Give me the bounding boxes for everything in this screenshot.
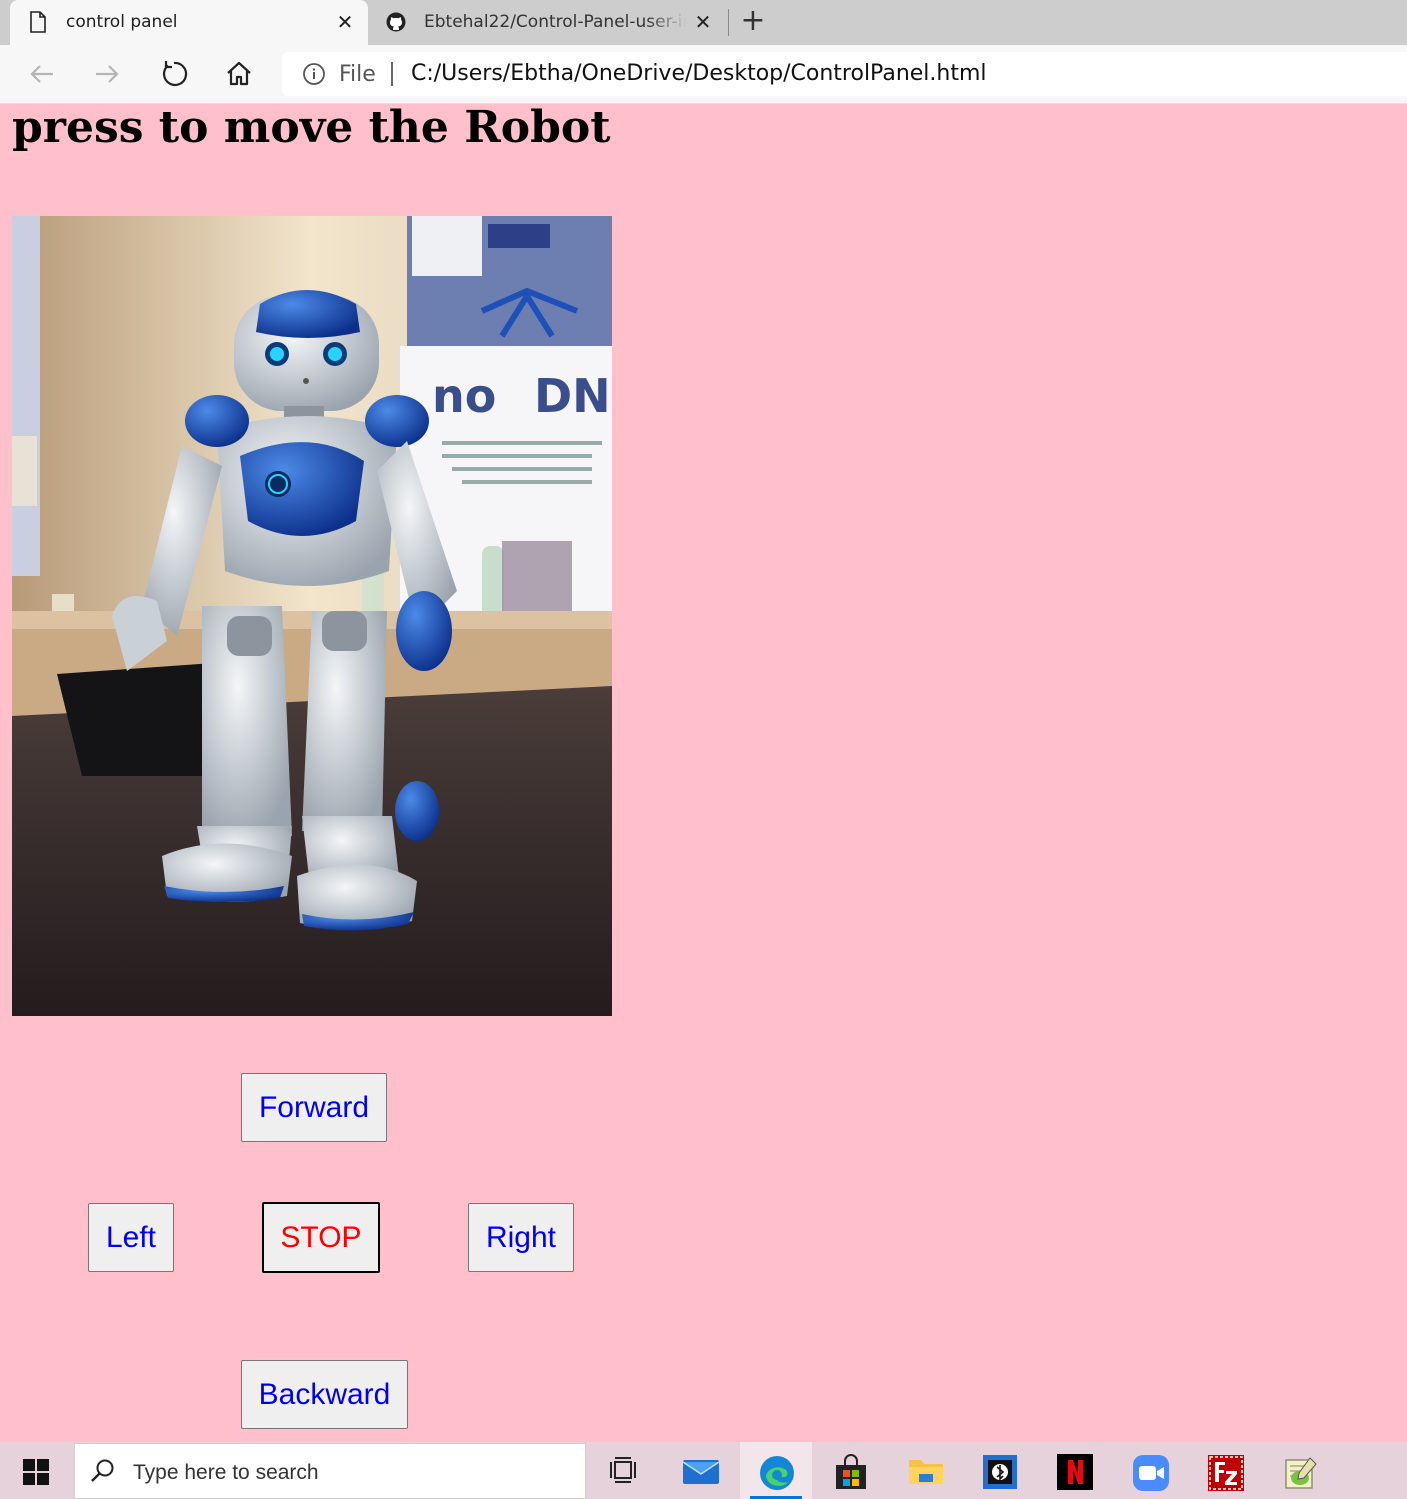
right-button[interactable]: Right [468, 1203, 574, 1272]
taskbar: Type here to search [0, 1442, 1407, 1499]
taskbar-search[interactable]: Type here to search [74, 1443, 586, 1499]
microsoft-store-icon [836, 1454, 866, 1489]
netflix-icon [1057, 1454, 1093, 1490]
filezilla-button[interactable] [1189, 1442, 1261, 1499]
zoom-icon [1133, 1455, 1169, 1491]
store-button[interactable] [814, 1442, 886, 1499]
windows-logo-icon [23, 1459, 49, 1485]
bluetooth-app-icon [983, 1455, 1017, 1489]
svg-text:DN: DN [534, 369, 611, 423]
address-divider [391, 62, 393, 86]
forward-button[interactable]: Forward [241, 1073, 387, 1142]
backward-button[interactable]: Backward [241, 1360, 408, 1429]
mail-icon [682, 1460, 720, 1484]
tab-divider [728, 9, 729, 36]
notepad-plus-plus-button[interactable] [1264, 1442, 1336, 1499]
bluetooth-app-button[interactable] [964, 1442, 1036, 1499]
start-button[interactable] [0, 1442, 72, 1499]
close-tab-icon[interactable]: ✕ [692, 11, 714, 33]
zoom-button[interactable] [1114, 1442, 1186, 1499]
address-bar[interactable]: File C:/Users/Ebtha/OneDrive/Desktop/Con… [282, 52, 1407, 96]
close-tab-icon[interactable]: ✕ [334, 11, 356, 33]
task-view-icon [610, 1457, 636, 1483]
robot-photo: no DN [12, 216, 612, 1016]
edge-button[interactable] [740, 1442, 812, 1499]
search-placeholder[interactable]: Type here to search [133, 1461, 319, 1485]
navigation-bar: File C:/Users/Ebtha/OneDrive/Desktop/Con… [0, 45, 1407, 104]
task-view-button[interactable] [589, 1442, 661, 1499]
page-title: press to move the Robot [12, 102, 611, 153]
left-button[interactable]: Left [88, 1203, 174, 1272]
tab-title: control panel [66, 12, 178, 32]
tab-title: Ebtehal22/Control-Panel-user-interface [424, 12, 686, 32]
svg-text:no: no [432, 369, 496, 423]
refresh-icon[interactable] [157, 57, 191, 91]
filezilla-icon [1208, 1455, 1244, 1491]
mail-button[interactable] [664, 1442, 736, 1499]
back-arrow-icon[interactable] [25, 57, 59, 91]
github-icon [386, 12, 406, 32]
notepad-plus-plus-icon [1285, 1457, 1317, 1489]
forward-arrow-icon[interactable] [90, 57, 124, 91]
home-icon[interactable] [222, 57, 256, 91]
new-tab-icon[interactable]: + [739, 6, 767, 36]
url-text[interactable]: C:/Users/Ebtha/OneDrive/Desktop/ControlP… [411, 61, 987, 86]
tab-control-panel[interactable]: control panel ✕ [10, 0, 368, 45]
tab-github[interactable]: Ebtehal22/Control-Panel-user-interface ✕ [372, 0, 722, 45]
info-icon[interactable] [302, 62, 326, 86]
scheme-label[interactable]: File [339, 62, 376, 87]
folder-icon [909, 1460, 943, 1484]
file-explorer-button[interactable] [889, 1442, 961, 1499]
stop-button[interactable]: STOP [262, 1202, 380, 1273]
page-icon [30, 11, 46, 33]
search-icon [91, 1459, 114, 1482]
edge-icon [760, 1456, 794, 1490]
tab-bar: control panel ✕ Ebtehal22/Control-Panel-… [0, 0, 1407, 45]
netflix-button[interactable] [1039, 1442, 1111, 1499]
